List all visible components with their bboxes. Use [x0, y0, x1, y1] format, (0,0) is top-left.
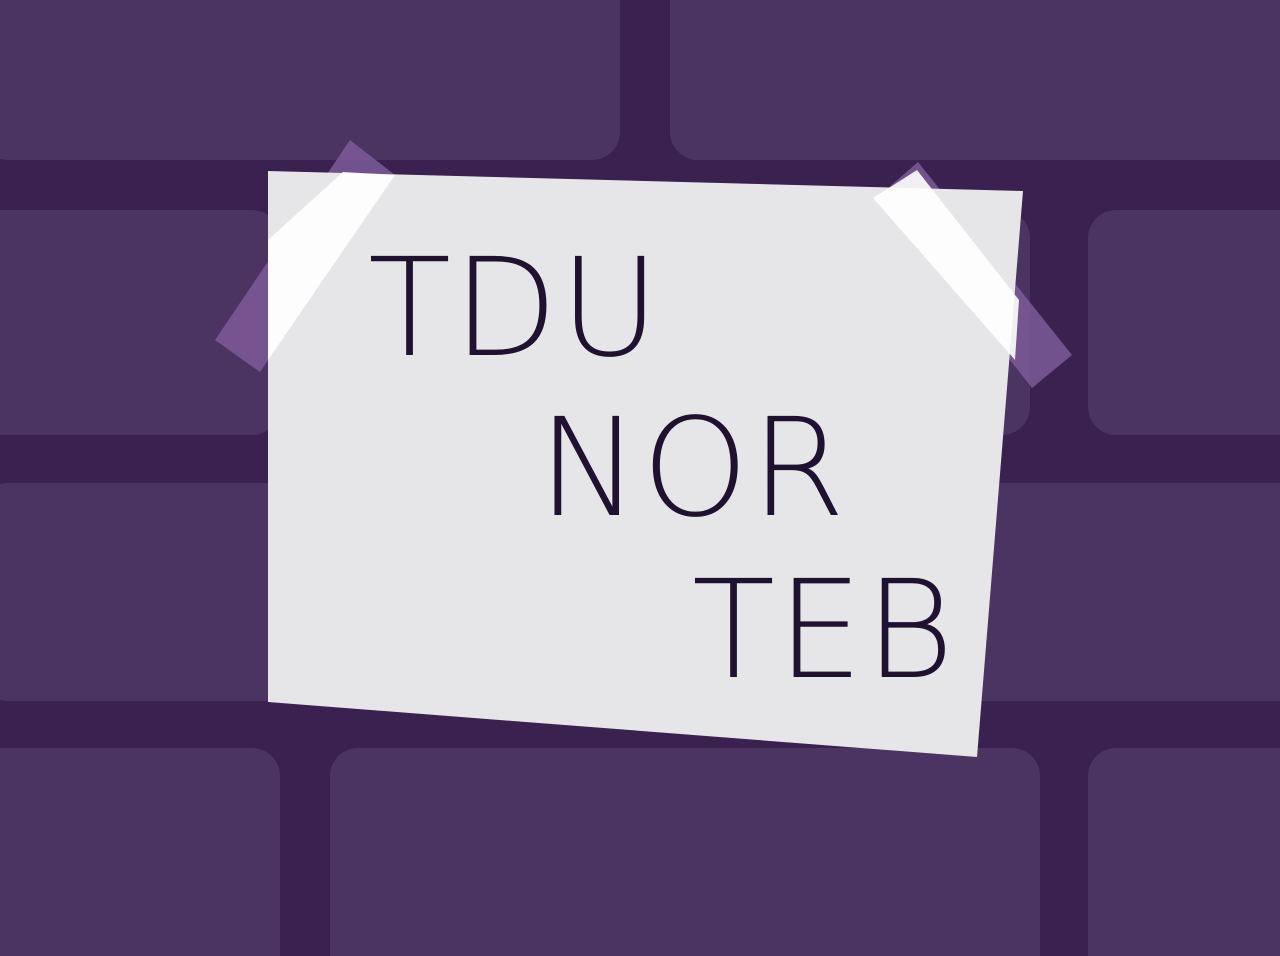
brick [670, 0, 1280, 160]
note-line-3: TEB [692, 552, 956, 710]
brick [0, 748, 280, 956]
note-line-1: TDU [368, 230, 661, 388]
brick [0, 0, 620, 160]
brick [1088, 210, 1280, 435]
brick [330, 748, 1040, 956]
brick [1088, 748, 1280, 956]
note-line-2: NOR [538, 390, 847, 548]
brick-wall-scene: TDU NOR TEB [0, 0, 1280, 956]
